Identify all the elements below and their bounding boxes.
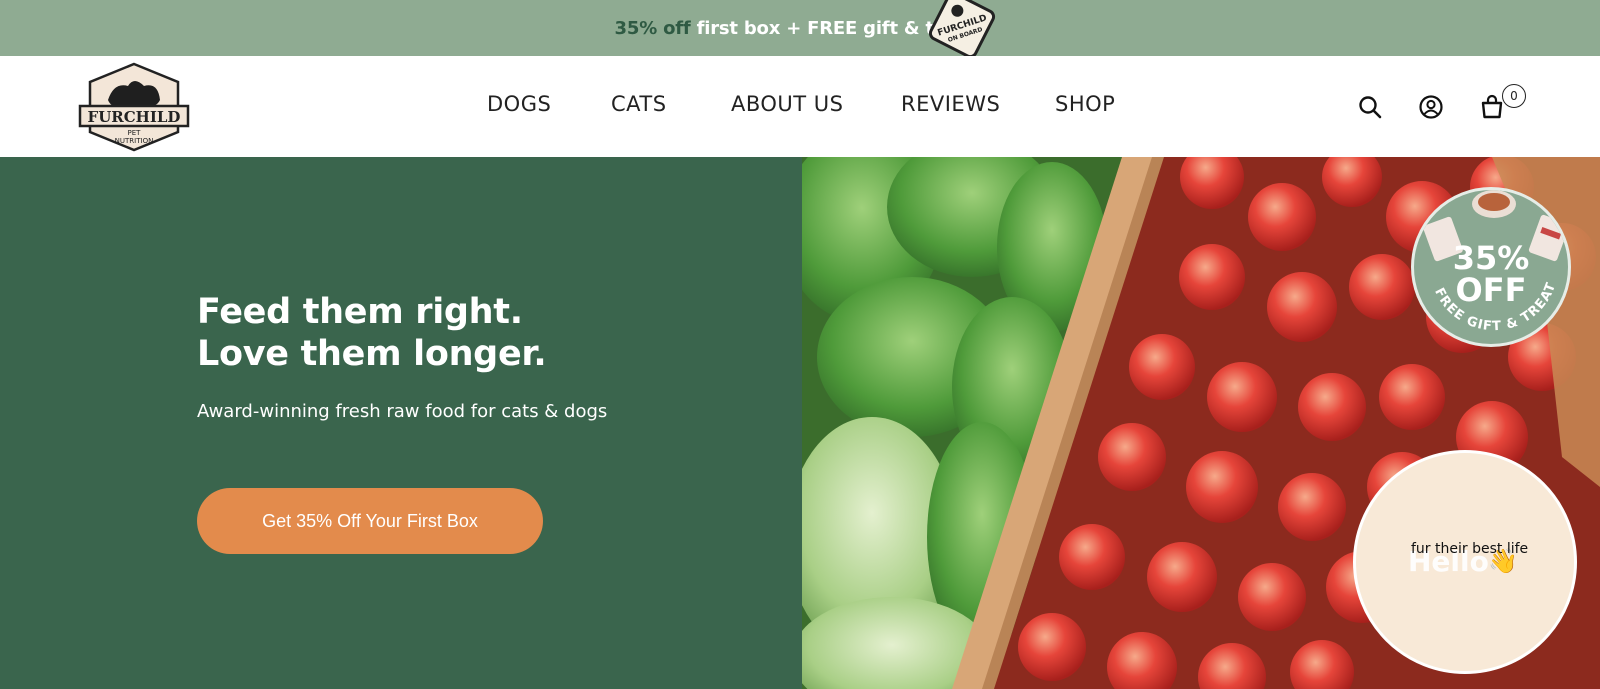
search-icon[interactable] <box>1357 94 1383 120</box>
announcement-accent: 35% off <box>614 17 691 39</box>
promo-big-line2: OFF <box>1455 271 1527 309</box>
site-header: FURCHILD PET NUTRITION DOGS CATS ABOUT U… <box>0 56 1600 157</box>
cart-icon[interactable] <box>1479 94 1505 120</box>
logo-name: FURCHILD <box>88 108 181 126</box>
promo-badge[interactable]: + FREE GIFT & TREATS 35% OFF <box>1411 187 1571 347</box>
nav-cats[interactable]: CATS <box>611 92 667 116</box>
nav-reviews[interactable]: REVIEWS <box>901 92 1000 116</box>
get-offer-button[interactable]: Get 35% Off Your First Box <box>197 488 543 554</box>
hero-title-line1: Feed them right. <box>197 292 523 332</box>
hero-subtitle: Award-winning fresh raw food for cats & … <box>197 401 608 422</box>
welcome-chat-bubble[interactable]: Hello 👋 fur their best life <box>1353 450 1577 674</box>
furchild-logo[interactable]: FURCHILD PET NUTRITION <box>78 60 190 154</box>
nav-dogs[interactable]: DOGS <box>487 92 551 116</box>
announcement-bar: 35% off first box + FREE gift & treats F… <box>0 0 1600 56</box>
promo-discount: 35% OFF <box>1414 242 1568 306</box>
furchild-on-board-sticker: FURCHILD ON BOARD <box>928 0 996 56</box>
hero-title-line2: Love them longer. <box>197 334 547 374</box>
hero-text-panel: Feed them right. Love them longer. Award… <box>0 157 802 689</box>
nav-shop[interactable]: SHOP <box>1055 92 1115 116</box>
chat-tagline: fur their best life <box>1411 541 1529 557</box>
cart-count-badge[interactable]: 0 <box>1502 84 1526 108</box>
logo-sub2: NUTRITION <box>115 137 154 145</box>
promo-big-line1: 35% <box>1452 239 1530 277</box>
hero-title: Feed them right. Love them longer. <box>197 291 757 375</box>
logo-sub1: PET <box>128 129 142 137</box>
nav-about-us[interactable]: ABOUT US <box>731 92 844 116</box>
account-icon[interactable] <box>1418 94 1444 120</box>
